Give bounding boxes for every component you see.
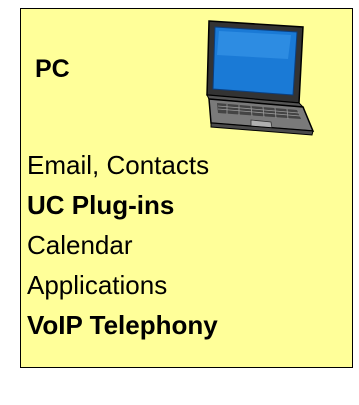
list-item-voip-telephony: VoIP Telephony [27, 310, 218, 340]
list-item-calendar: Calendar [27, 230, 133, 260]
list-item-uc-plugins: UC Plug-ins [27, 190, 175, 220]
card-title: PC [35, 55, 70, 83]
pc-card: PC Email, Contacts UC Plug-ins Calendar … [20, 8, 353, 368]
laptop-icon [206, 20, 315, 136]
feature-list: Email, Contacts UC Plug-ins Calendar App… [27, 145, 218, 345]
list-item-email-contacts: Email, Contacts [27, 150, 210, 180]
list-item-applications: Applications [27, 270, 168, 300]
